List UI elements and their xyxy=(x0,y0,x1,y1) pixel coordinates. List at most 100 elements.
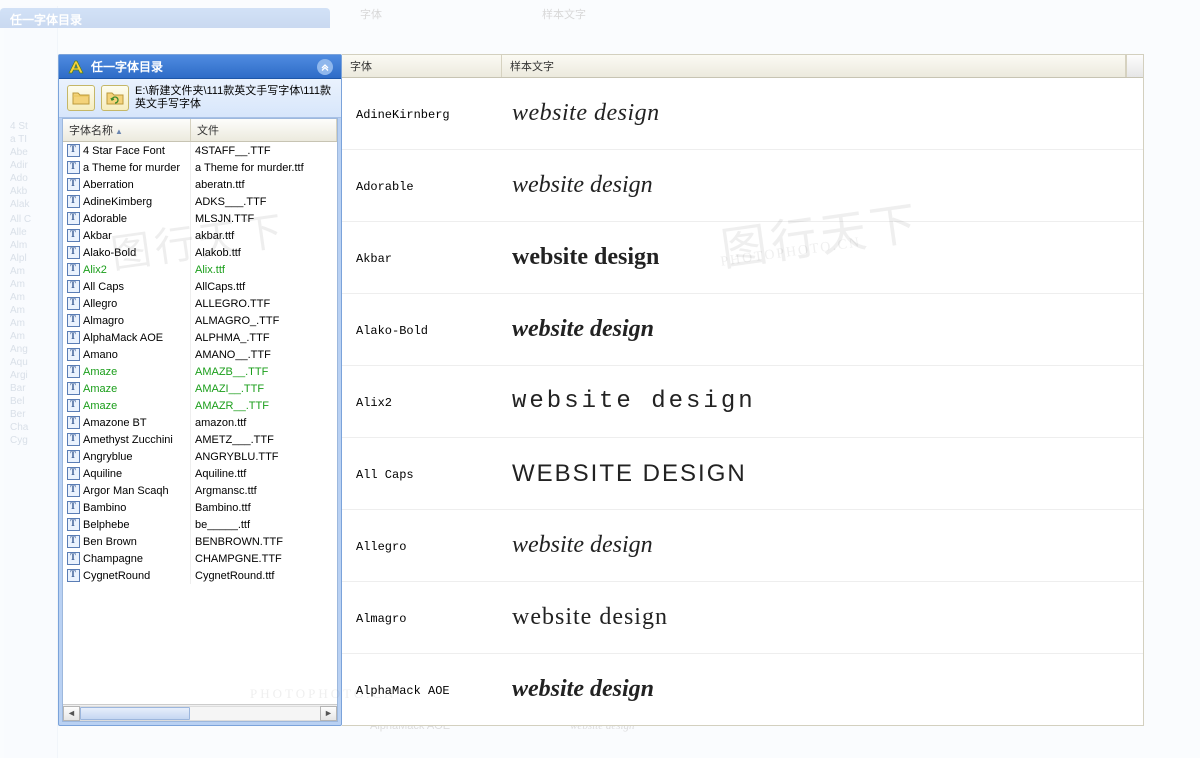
font-name: Amaze xyxy=(83,400,117,412)
table-row[interactable]: Belphebe be_____.ttf xyxy=(63,516,337,533)
table-row[interactable]: a Theme for murdera Theme for murder.ttf xyxy=(63,159,337,176)
font-name: AlphaMack AOE xyxy=(83,332,163,344)
table-row[interactable]: AdineKimbergADKS___.TTF xyxy=(63,193,337,210)
truetype-font-icon xyxy=(67,535,80,548)
font-filename: ANGRYBLU.TTF xyxy=(195,451,279,463)
truetype-font-icon xyxy=(67,263,80,276)
table-row[interactable]: Alix2Alix.ttf xyxy=(63,261,337,278)
preview-col-sample[interactable]: 样本文字 xyxy=(502,55,1126,77)
table-row[interactable]: CygnetRound CygnetRound.ttf xyxy=(63,567,337,584)
truetype-font-icon xyxy=(67,416,80,429)
horizontal-scrollbar[interactable]: ◄ ► xyxy=(63,704,337,721)
preview-font-name: Almagro xyxy=(342,582,502,653)
table-row[interactable]: AmanoAMANO__.TTF xyxy=(63,346,337,363)
table-row[interactable]: Alako-BoldAlakob.ttf xyxy=(63,244,337,261)
panel-title: 任一字体目录 xyxy=(91,58,163,75)
font-filename: Argmansc.ttf xyxy=(195,485,257,497)
scroll-thumb[interactable] xyxy=(80,707,190,720)
font-filename: AMAZI__.TTF xyxy=(195,383,264,395)
table-row[interactable]: AmazeAMAZI__.TTF xyxy=(63,380,337,397)
font-name: CygnetRound xyxy=(83,570,150,582)
truetype-font-icon xyxy=(67,280,80,293)
table-row[interactable]: AdorableMLSJN.TTF xyxy=(63,210,337,227)
preview-sample-text: WEBSITE DESIGN xyxy=(502,438,1143,509)
font-filename: BENBROWN.TTF xyxy=(195,536,283,548)
preview-font-name: Adorable xyxy=(342,150,502,221)
table-row[interactable]: AmazeAMAZB__.TTF xyxy=(63,363,337,380)
preview-row[interactable]: Alix2website design xyxy=(342,366,1143,438)
col-font-name[interactable]: 字体名称▲ xyxy=(63,119,191,141)
table-row[interactable]: AlmagroALMAGRO_.TTF xyxy=(63,312,337,329)
truetype-font-icon xyxy=(67,518,80,531)
font-filename: AMAZB__.TTF xyxy=(195,366,268,378)
font-name: 4 Star Face Font xyxy=(83,145,165,157)
table-row[interactable]: Aberrationaberatn.ttf xyxy=(63,176,337,193)
table-row[interactable]: Allegro ALLEGRO.TTF xyxy=(63,295,337,312)
scroll-right-icon[interactable]: ► xyxy=(320,706,337,721)
font-name: Akbar xyxy=(83,230,112,242)
table-row[interactable]: AlphaMack AOEALPHMA_.TTF xyxy=(63,329,337,346)
table-row[interactable]: Amethyst ZucchiniAMETZ___.TTF xyxy=(63,431,337,448)
font-name: Angryblue xyxy=(83,451,133,463)
col-file-name[interactable]: 文件 xyxy=(191,119,337,141)
browse-folder-button[interactable] xyxy=(67,85,95,111)
panel-header[interactable]: 任一字体目录 xyxy=(59,55,341,79)
font-filename: Alix.ttf xyxy=(195,264,225,276)
table-row[interactable]: ChampagneCHAMPGNE.TTF xyxy=(63,550,337,567)
font-name: Allegro xyxy=(83,298,117,310)
font-filename: CygnetRound.ttf xyxy=(195,570,275,582)
font-directory-panel: 任一字体目录 E:\新建文件夹\111款英文手写字体\111款英文手写字体 字体… xyxy=(58,54,342,726)
preview-sample-text: website design xyxy=(502,582,1143,653)
preview-row[interactable]: Allegrowebsite design xyxy=(342,510,1143,582)
table-row[interactable]: Angryblue ANGRYBLU.TTF xyxy=(63,448,337,465)
preview-sample-text: website design xyxy=(502,78,1143,149)
font-filename: ALLEGRO.TTF xyxy=(195,298,270,310)
font-filename: Bambino.ttf xyxy=(195,502,251,514)
truetype-font-icon xyxy=(67,297,80,310)
font-filename: AMETZ___.TTF xyxy=(195,434,274,446)
table-row[interactable]: AquilineAquiline.ttf xyxy=(63,465,337,482)
font-preview-panel: 字体 样本文字 AdineKirnbergwebsite designAdora… xyxy=(342,54,1144,726)
preview-sample-text: website design xyxy=(502,294,1143,365)
preview-row[interactable]: Akbarwebsite design xyxy=(342,222,1143,294)
preview-sample-text: website design xyxy=(502,150,1143,221)
truetype-font-icon xyxy=(67,382,80,395)
table-row[interactable]: 4 Star Face Font 4STAFF__.TTF xyxy=(63,142,337,159)
table-row[interactable]: Amazone BTamazon.ttf xyxy=(63,414,337,431)
font-filename: be_____.ttf xyxy=(195,519,250,531)
table-row[interactable]: BambinoBambino.ttf xyxy=(63,499,337,516)
preview-row[interactable]: Alako-Boldwebsite design xyxy=(342,294,1143,366)
truetype-font-icon xyxy=(67,365,80,378)
font-filename: a Theme for murder.ttf xyxy=(195,162,304,174)
ghost-col-sample: 样本文字 xyxy=(542,6,586,26)
collapse-icon[interactable] xyxy=(317,59,333,75)
font-filename: 4STAFF__.TTF xyxy=(195,145,271,157)
scroll-track[interactable] xyxy=(80,706,320,721)
preview-col-font[interactable]: 字体 xyxy=(342,55,502,77)
preview-row[interactable]: All CapsWEBSITE DESIGN xyxy=(342,438,1143,510)
refresh-folder-button[interactable] xyxy=(101,85,129,111)
preview-row[interactable]: Adorablewebsite design xyxy=(342,150,1143,222)
font-filename: aberatn.ttf xyxy=(195,179,245,191)
table-row[interactable]: All CapsAllCaps.ttf xyxy=(63,278,337,295)
font-filename: AllCaps.ttf xyxy=(195,281,245,293)
table-row[interactable]: AmazeAMAZR__.TTF xyxy=(63,397,337,414)
preview-row[interactable]: AlphaMack AOEwebsite design xyxy=(342,654,1143,725)
preview-sample-text: website design xyxy=(502,654,1143,725)
preview-sample-text: website design xyxy=(502,366,1143,437)
table-row[interactable]: Argor Man ScaqhArgmansc.ttf xyxy=(63,482,337,499)
truetype-font-icon xyxy=(67,348,80,361)
preview-font-name: Alix2 xyxy=(342,366,502,437)
preview-body[interactable]: AdineKirnbergwebsite designAdorablewebsi… xyxy=(342,78,1143,725)
scroll-left-icon[interactable]: ◄ xyxy=(63,706,80,721)
preview-row[interactable]: Almagrowebsite design xyxy=(342,582,1143,654)
font-name: Belphebe xyxy=(83,519,130,531)
preview-row[interactable]: AdineKirnbergwebsite design xyxy=(342,78,1143,150)
folder-path-bar: E:\新建文件夹\111款英文手写字体\111款英文手写字体 xyxy=(59,79,341,118)
table-row[interactable]: Akbarakbar.ttf xyxy=(63,227,337,244)
font-name: AdineKimberg xyxy=(83,196,152,208)
truetype-font-icon xyxy=(67,314,80,327)
table-row[interactable]: Ben BrownBENBROWN.TTF xyxy=(63,533,337,550)
grid-body[interactable]: 4 Star Face Font 4STAFF__.TTFa Theme for … xyxy=(63,142,337,704)
truetype-font-icon xyxy=(67,569,80,582)
